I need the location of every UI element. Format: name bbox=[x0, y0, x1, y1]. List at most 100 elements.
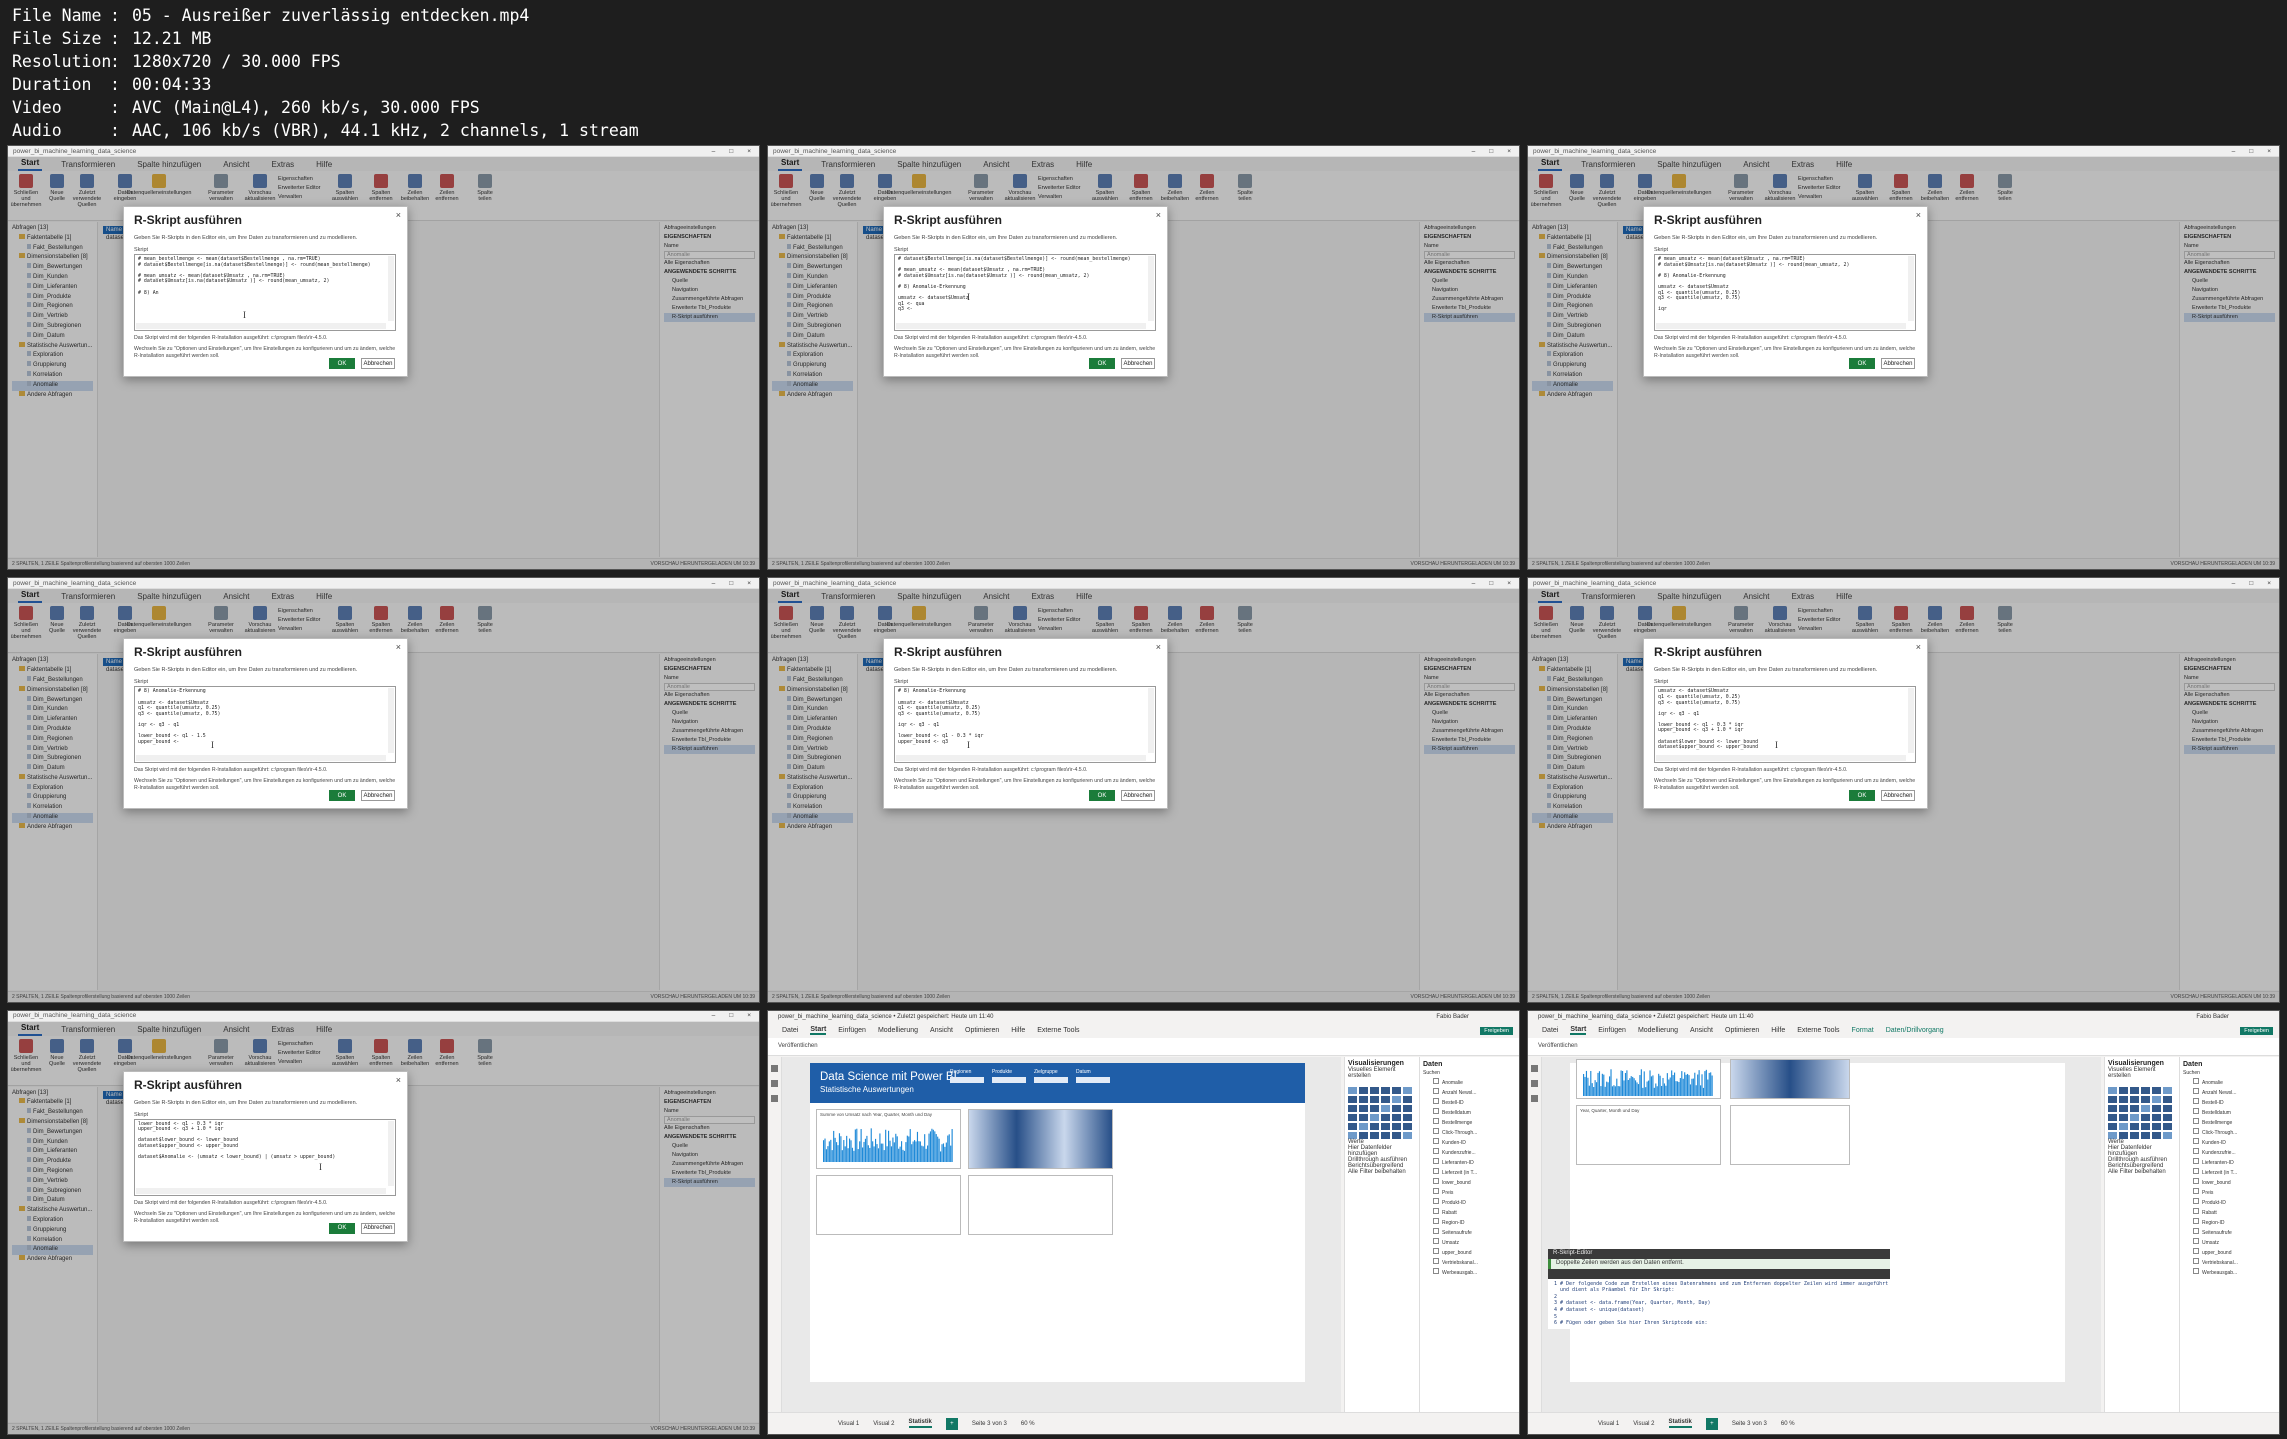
empty-visual[interactable] bbox=[968, 1174, 1113, 1235]
visual-type-icon[interactable] bbox=[1403, 1131, 1412, 1139]
ok-button[interactable]: OK bbox=[1849, 358, 1875, 369]
visual-type-icon[interactable] bbox=[1381, 1095, 1390, 1103]
menu-item[interactable]: Daten/Drillvorgang bbox=[1886, 1027, 1944, 1034]
visual-type-icon[interactable] bbox=[2130, 1104, 2139, 1112]
visual-type-icon[interactable] bbox=[1392, 1122, 1401, 1130]
data-field[interactable]: Seitenaufrufe bbox=[1423, 1228, 1516, 1238]
chart-visual[interactable]: Summe von Umsatz nach Year, Quarter, Mon… bbox=[816, 1108, 961, 1169]
visual-type-icon[interactable] bbox=[2130, 1095, 2139, 1103]
visual-type-icon[interactable] bbox=[1348, 1122, 1357, 1130]
visual-type-icon[interactable] bbox=[1370, 1122, 1379, 1130]
data-field[interactable]: Kundenzufrie... bbox=[2183, 1148, 2276, 1158]
visual-type-icon[interactable] bbox=[1392, 1131, 1401, 1139]
cancel-button[interactable]: Abbrechen bbox=[361, 790, 395, 802]
visual-type-icon[interactable] bbox=[2141, 1131, 2150, 1139]
visual-type-icon[interactable] bbox=[1381, 1113, 1390, 1121]
horizontal-scrollbar[interactable] bbox=[136, 323, 386, 329]
keep-filters-toggle[interactable]: Alle Filter beibehalten bbox=[2108, 1169, 2176, 1175]
minimize-icon[interactable]: – bbox=[712, 580, 716, 587]
visual-type-icon[interactable] bbox=[2108, 1113, 2117, 1121]
visual-type-icon[interactable] bbox=[1359, 1095, 1368, 1103]
menu-item[interactable]: Hilfe bbox=[1771, 1027, 1785, 1034]
data-field[interactable]: Preis bbox=[1423, 1188, 1516, 1198]
menu-item[interactable]: Ansicht bbox=[1690, 1027, 1713, 1034]
data-field[interactable]: Bestelldatum bbox=[2183, 1108, 2276, 1118]
data-field[interactable]: Rabatt bbox=[2183, 1208, 2276, 1218]
close-icon[interactable]: × bbox=[1156, 210, 1161, 220]
visual-type-icon[interactable] bbox=[2119, 1113, 2128, 1121]
menu-item[interactable]: Hilfe bbox=[1011, 1027, 1025, 1034]
close-icon[interactable]: × bbox=[747, 580, 751, 587]
publish-button[interactable]: Veröffentlichen bbox=[778, 1043, 818, 1049]
data-field[interactable]: Produkt-ID bbox=[1423, 1198, 1516, 1208]
visual-type-icon[interactable] bbox=[1392, 1086, 1401, 1094]
heatmap-visual[interactable] bbox=[968, 1108, 1113, 1169]
slicer-box[interactable] bbox=[1034, 1076, 1068, 1083]
menu-item[interactable]: Start bbox=[1570, 1026, 1587, 1036]
minimize-icon[interactable]: – bbox=[2232, 148, 2236, 155]
data-field[interactable]: Vertriebskanal... bbox=[2183, 1258, 2276, 1268]
visual-type-icon[interactable] bbox=[1403, 1095, 1412, 1103]
visual-type-icon[interactable] bbox=[2130, 1131, 2139, 1139]
menu-item[interactable]: Modellierung bbox=[878, 1027, 918, 1034]
share-button[interactable]: Freigeben bbox=[1480, 1026, 1513, 1035]
horizontal-scrollbar[interactable] bbox=[1656, 323, 1906, 329]
close-icon[interactable]: × bbox=[1507, 580, 1511, 587]
visual-type-icon[interactable] bbox=[1348, 1095, 1357, 1103]
vertical-scrollbar[interactable] bbox=[1148, 688, 1154, 754]
visual-type-icon[interactable] bbox=[1370, 1113, 1379, 1121]
data-field[interactable]: Click-Through... bbox=[2183, 1128, 2276, 1138]
search-field[interactable]: Suchen bbox=[1423, 1069, 1516, 1078]
menu-item[interactable]: Modellierung bbox=[1638, 1027, 1678, 1034]
visual-type-icon[interactable] bbox=[2119, 1122, 2128, 1130]
add-page-icon[interactable]: + bbox=[1705, 1417, 1718, 1430]
visual-type-icon[interactable] bbox=[2141, 1104, 2150, 1112]
search-field[interactable]: Suchen bbox=[2183, 1069, 2276, 1078]
data-field[interactable]: Lieferanten-ID bbox=[2183, 1158, 2276, 1168]
visual-type-icon[interactable] bbox=[1359, 1104, 1368, 1112]
table-view-icon[interactable] bbox=[1531, 1079, 1538, 1087]
data-field[interactable]: Umsatz bbox=[1423, 1238, 1516, 1248]
visual-type-icon[interactable] bbox=[1370, 1086, 1379, 1094]
visual-type-icon[interactable] bbox=[2141, 1122, 2150, 1130]
slicer[interactable]: Datum bbox=[1076, 1069, 1110, 1083]
data-field[interactable]: Lieferanten-ID bbox=[1423, 1158, 1516, 1168]
visual-type-icon[interactable] bbox=[1370, 1131, 1379, 1139]
visual-type-icon[interactable] bbox=[2163, 1131, 2172, 1139]
visual-type-icon[interactable] bbox=[2119, 1131, 2128, 1139]
vertical-scrollbar[interactable] bbox=[388, 688, 394, 754]
vertical-scrollbar[interactable] bbox=[388, 256, 394, 321]
data-field[interactable]: Region-ID bbox=[1423, 1218, 1516, 1228]
vertical-scrollbar[interactable] bbox=[1908, 256, 1914, 321]
data-field[interactable]: Anomalie bbox=[2183, 1078, 2276, 1088]
slicer-box[interactable] bbox=[992, 1076, 1026, 1083]
report-view-icon[interactable] bbox=[1531, 1064, 1538, 1072]
data-field[interactable]: Kundenzufrie... bbox=[1423, 1148, 1516, 1158]
table-view-icon[interactable] bbox=[771, 1079, 778, 1087]
empty-visual[interactable] bbox=[1730, 1104, 1850, 1165]
data-field[interactable]: Bestell-ID bbox=[1423, 1098, 1516, 1108]
visual-type-icon[interactable] bbox=[2141, 1086, 2150, 1094]
menu-item[interactable]: Optimieren bbox=[1725, 1027, 1759, 1034]
data-field[interactable]: Kunden-ID bbox=[2183, 1138, 2276, 1148]
maximize-icon[interactable]: □ bbox=[2249, 580, 2253, 587]
horizontal-scrollbar[interactable] bbox=[1656, 755, 1906, 762]
page-tab[interactable]: Statistik bbox=[908, 1419, 932, 1428]
empty-visual[interactable] bbox=[816, 1174, 961, 1235]
page-tab[interactable]: Statistik bbox=[1668, 1419, 1692, 1428]
visual-type-icon[interactable] bbox=[2130, 1122, 2139, 1130]
data-field[interactable]: Bestellmenge bbox=[2183, 1118, 2276, 1128]
visual-type-icon[interactable] bbox=[1359, 1131, 1368, 1139]
data-field[interactable]: upper_bound bbox=[2183, 1248, 2276, 1258]
slicer-box[interactable] bbox=[950, 1076, 984, 1083]
data-field[interactable]: Seitenaufrufe bbox=[2183, 1228, 2276, 1238]
data-field[interactable]: lower_bound bbox=[2183, 1178, 2276, 1188]
cancel-button[interactable]: Abbrechen bbox=[361, 1222, 395, 1234]
visual-type-icon[interactable] bbox=[2119, 1095, 2128, 1103]
data-field[interactable]: Lieferzeit (in T... bbox=[1423, 1168, 1516, 1178]
slicer[interactable]: Regionen bbox=[950, 1069, 984, 1083]
data-field[interactable]: Bestellmenge bbox=[1423, 1118, 1516, 1128]
data-field[interactable]: upper_bound bbox=[1423, 1248, 1516, 1258]
script-editor[interactable]: # 8) Anomalie-Erkennung umsatz <- datase… bbox=[894, 686, 1156, 764]
visual-type-icon[interactable] bbox=[2108, 1095, 2117, 1103]
